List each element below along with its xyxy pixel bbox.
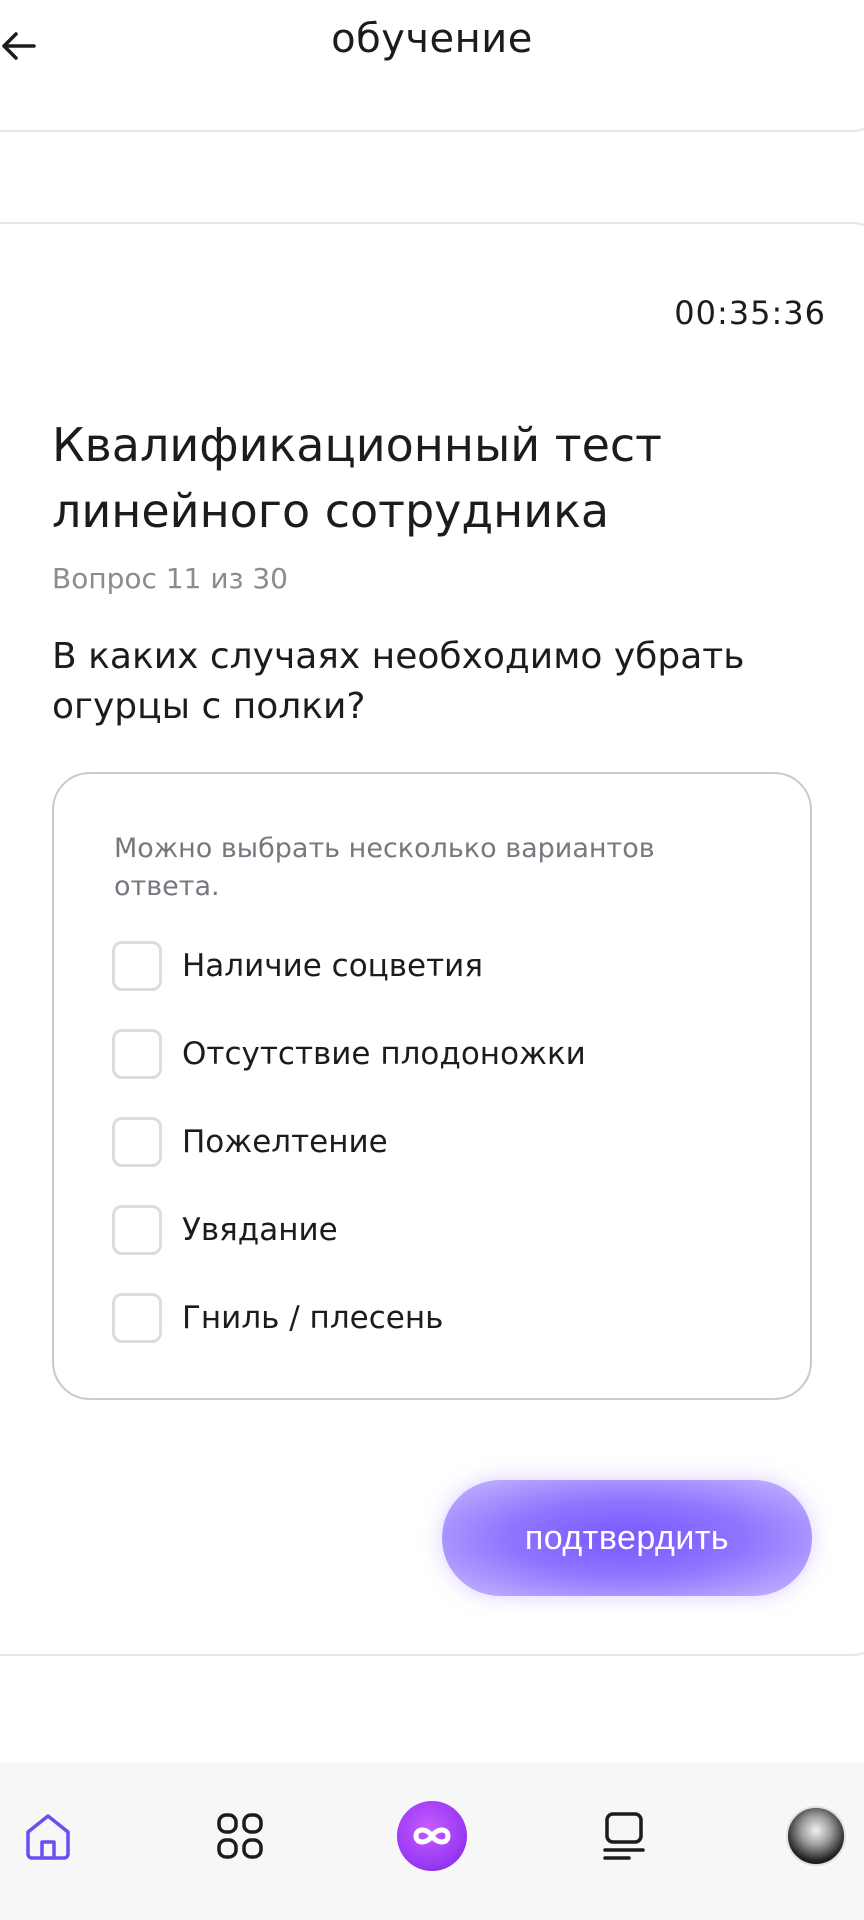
nav-main-logo[interactable]	[396, 1800, 468, 1872]
checkbox[interactable]	[112, 1117, 162, 1167]
nav-apps[interactable]	[204, 1800, 276, 1872]
page: обучение 00:35:36 Квалификационный тест …	[0, 0, 864, 1920]
nav-profile[interactable]	[780, 1800, 852, 1872]
answer-option[interactable]: Наличие соцветия	[112, 940, 483, 992]
question-counter: Вопрос 11 из 30	[52, 562, 288, 595]
checkbox[interactable]	[112, 1029, 162, 1079]
nav-courses[interactable]	[588, 1800, 660, 1872]
question-text: В каких случаях необходимо убрать огурцы…	[52, 636, 745, 727]
confirm-button-label: подтвердить	[524, 1518, 730, 1557]
home-icon	[26, 1814, 70, 1860]
nav-home[interactable]	[12, 1800, 84, 1872]
checkbox[interactable]	[112, 1293, 162, 1343]
option-label: Гниль / плесень	[182, 1300, 444, 1336]
option-label: Увядание	[182, 1212, 338, 1248]
courses-stack-icon	[603, 1812, 645, 1860]
answer-option[interactable]: Увядание	[112, 1204, 338, 1256]
avatar	[786, 1806, 846, 1866]
quiz-timer: 00:35:36	[674, 294, 826, 332]
answer-option[interactable]: Гниль / плесень	[112, 1292, 443, 1344]
selection-hint: Можно выбрать несколько вариантов ответа…	[114, 833, 655, 902]
apps-grid-icon	[217, 1813, 263, 1859]
answer-option[interactable]: Отсутствие плодоножки	[112, 1028, 586, 1080]
bottom-nav	[0, 1762, 864, 1920]
option-label: Отсутствие плодоножки	[182, 1036, 586, 1072]
confirm-button[interactable]: подтвердить	[442, 1480, 812, 1596]
infinity-logo-icon	[397, 1801, 467, 1871]
page-title: обучение	[331, 16, 533, 62]
option-label: Наличие соцветия	[182, 948, 483, 984]
checkbox[interactable]	[112, 1205, 162, 1255]
test-title: Квалификационный тест линейного сотрудни…	[52, 418, 662, 538]
answer-options: Можно выбрать несколько вариантов ответа…	[52, 772, 812, 1400]
header: обучение	[0, 0, 864, 92]
option-label: Пожелтение	[182, 1124, 388, 1160]
checkbox[interactable]	[112, 941, 162, 991]
answer-option[interactable]: Пожелтение	[112, 1116, 388, 1168]
